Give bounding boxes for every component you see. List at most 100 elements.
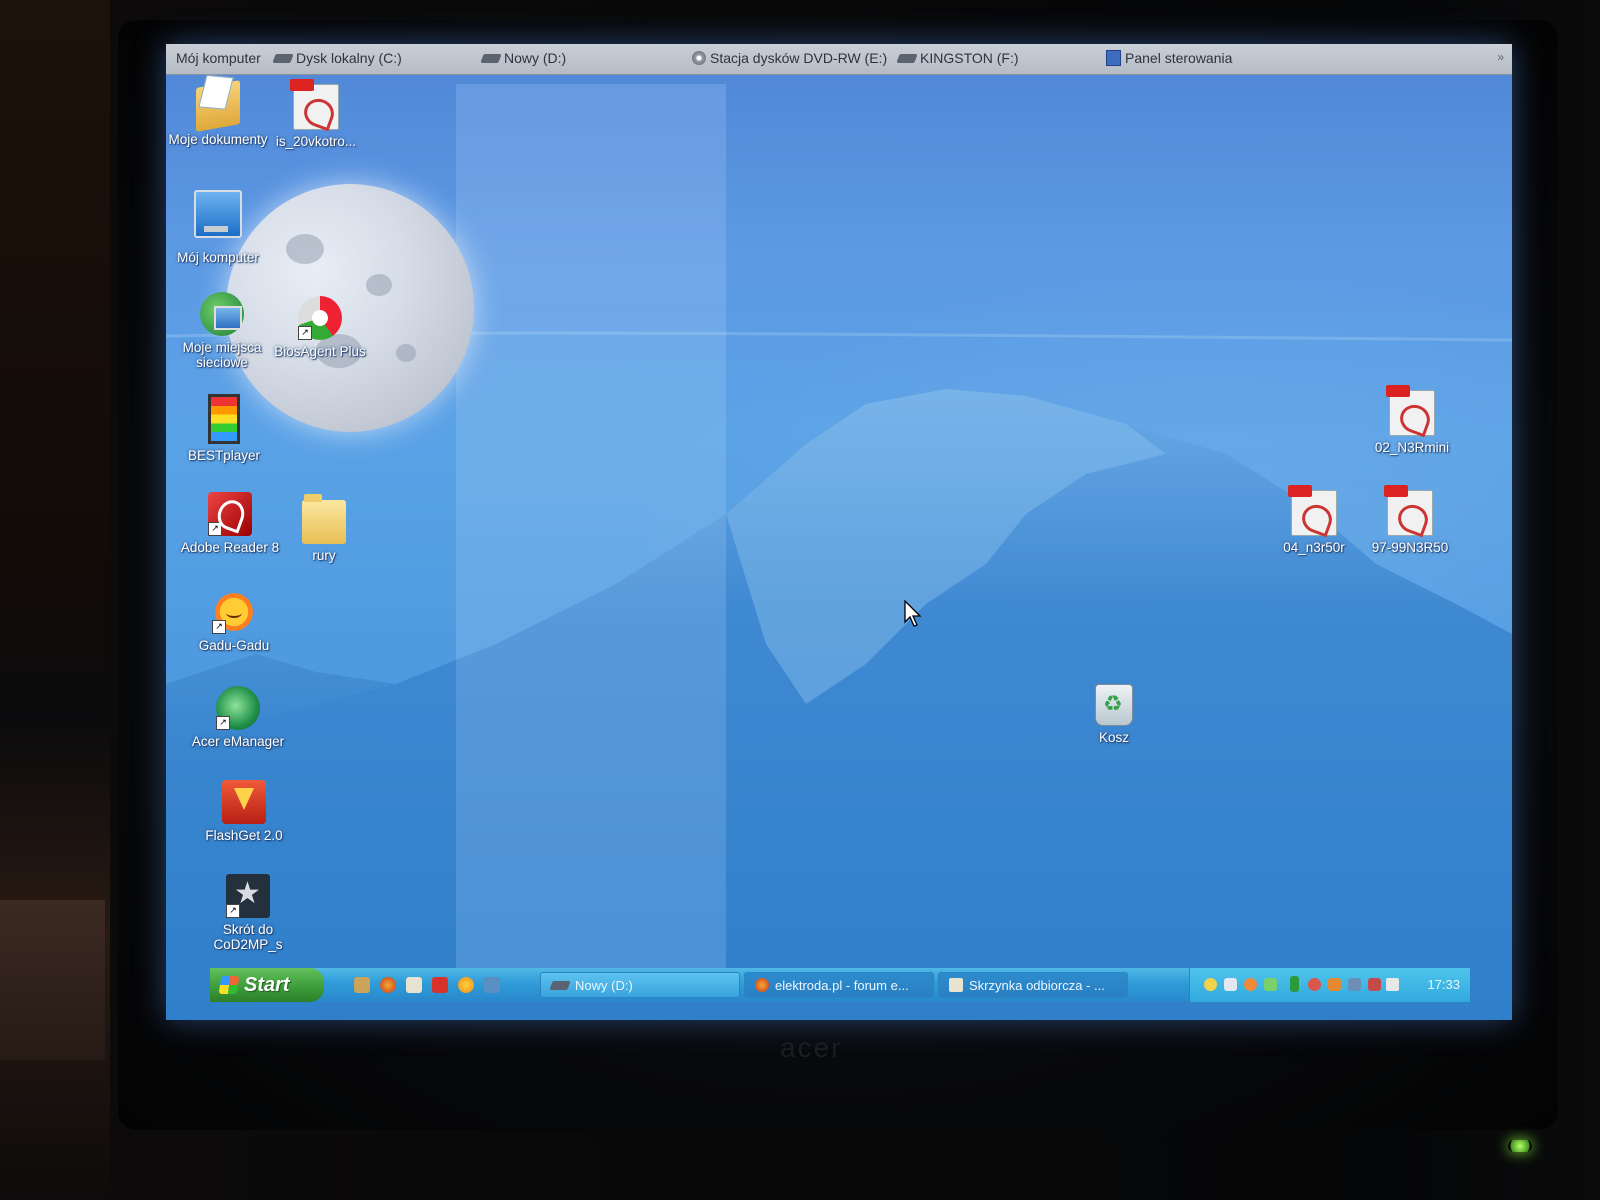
film-strip-icon [208,394,240,444]
toolbar-item-label: Stacja dysków DVD-RW (E:) [710,50,888,66]
start-label: Start [244,973,290,996]
recycle-bin-icon [1095,684,1133,726]
icon-label: Kosz [1098,730,1129,745]
desktop-icon-my-computer[interactable]: Mój komputer [172,190,264,265]
desktop-icon-gadu-gadu[interactable]: ↗ Gadu-Gadu [188,590,280,653]
cod2-icon: ↗ [226,874,270,918]
taskbar-button-label: Nowy (D:) [575,977,633,993]
toolbar-item-label: Panel sterowania [1125,50,1233,66]
tray-app-icon[interactable] [1244,978,1257,991]
toolbar-item-label: Nowy (D:) [504,50,567,66]
desktop-icon-pdf-02-n3rmini[interactable]: 02_N3Rmini [1366,385,1458,455]
network-tray-icon[interactable] [1348,978,1361,991]
acer-emanager-icon: ↗ [216,686,260,730]
power-led [1508,1140,1532,1152]
desktop-icon-network-places[interactable]: Moje miejsca sieciowe [176,292,268,370]
battery-icon[interactable] [1290,976,1299,992]
icon-label: FlashGet 2.0 [205,828,283,843]
drive-icon [549,980,571,990]
shortcut-arrow-icon: ↗ [208,522,222,536]
toolbar-item-drive-d[interactable]: Nowy (D:) [480,50,567,66]
icon-label: Gadu-Gadu [198,638,270,653]
my-computer-icon [194,190,242,238]
mail-icon [949,978,963,992]
desktop-icon-adobe-reader[interactable]: ↗ Adobe Reader 8 [181,492,279,555]
desktop-icon-my-documents[interactable]: Moje dokumenty [168,80,268,147]
icon-label: BESTplayer [187,448,261,463]
flashget-icon [222,780,266,824]
toolbar-item-kingston-f[interactable]: KINGSTON (F:) [896,50,1019,66]
pdf-file-icon [290,79,339,130]
icon-label: Mój komputer [177,250,259,265]
outlook-icon[interactable] [406,977,422,993]
icon-label: is_20vkotro... [275,134,357,149]
desktop-icon-pdf-04-n3r50r[interactable]: 04_n3r50r [1268,485,1360,555]
drive-icon [896,53,918,63]
pdf-file-icon [1386,385,1435,436]
desktop-icon-flashget[interactable]: FlashGet 2.0 [198,780,290,843]
wallpaper-band [456,84,726,984]
icon-label: Skrót do CoD2MP_s [213,922,283,952]
icon-label: 97-99N3R50 [1371,540,1449,555]
toolbar-item-drive-c[interactable]: Dysk lokalny (C:) [272,50,402,66]
tray-app-icon[interactable] [1204,978,1217,991]
acer-logo: acer [780,1032,843,1063]
icon-label: Acer eManager [191,734,285,749]
toolbar-close-icon[interactable]: » [1497,50,1504,64]
my-documents-icon [196,80,240,132]
adobe-reader-icon: ↗ [208,492,252,536]
network-places-icon [200,292,244,336]
desktop-icon-folder-rury[interactable]: rury [278,492,370,563]
pdf-file-icon [1384,485,1433,536]
explorer-icon[interactable] [354,977,370,993]
icon-label: BiosAgent Plus [274,344,366,359]
pdf-file-icon [1288,485,1337,536]
network-icon[interactable] [484,977,500,993]
icon-label: rury [312,548,336,563]
tray-app-icon[interactable] [1368,978,1381,991]
tray-app-icon[interactable] [1224,978,1237,991]
gadu-gadu-icon: ↗ [212,590,256,634]
firefox-icon[interactable] [380,977,396,993]
gadu-icon[interactable] [458,977,474,993]
desktop-icon-cod2[interactable]: ↗ Skrót do CoD2MP_s [202,874,294,952]
desktop-icon-biosagent[interactable]: ↗ BiosAgent Plus [274,296,366,359]
toolbar-item-control-panel[interactable]: Panel sterowania [1106,50,1232,66]
biosagent-icon: ↗ [298,296,342,340]
taskbar-button-elektroda[interactable]: elektroda.pl - forum e... [744,972,934,998]
desktop-icon-pdf-97-99n3r50[interactable]: 97-99N3R50 [1364,485,1456,555]
toolbar-item-label: KINGSTON (F:) [920,50,1019,66]
start-button[interactable]: Start [210,968,324,1002]
icon-label: Moje dokumenty [168,132,268,147]
dvd-drive-icon [692,51,706,65]
tray-app-icon[interactable] [1308,978,1321,991]
taskbar-button-nowy-d[interactable]: Nowy (D:) [540,972,740,998]
icon-label: Adobe Reader 8 [180,540,280,555]
shortcut-arrow-icon: ↗ [212,620,226,634]
windows-flag-icon [218,976,240,994]
desktop-icon-bestplayer[interactable]: BESTplayer [178,394,270,463]
icon-label: 02_N3Rmini [1374,440,1450,455]
drive-toolbar: Mój komputer Dysk lokalny (C:) Nowy (D:)… [166,44,1512,75]
tray-app-icon[interactable] [1264,978,1277,991]
icon-label: 04_n3r50r [1283,540,1345,555]
desktop-icon-acer-emanager[interactable]: ↗ Acer eManager [192,686,284,749]
clock[interactable]: 17:33 [1427,977,1460,992]
toolbar-item-my-computer[interactable]: Mój komputer [176,50,261,66]
folder-icon [302,494,346,544]
desktop-icon-recycle-bin[interactable]: Kosz [1068,684,1160,745]
toolbar-item-dvd-e[interactable]: Stacja dysków DVD-RW (E:) [692,50,887,66]
shortcut-arrow-icon: ↗ [298,326,312,340]
volume-icon[interactable] [1386,978,1399,991]
pdf-icon[interactable] [432,977,448,993]
desktop-screen[interactable]: Mój komputer Dysk lokalny (C:) Nowy (D:)… [166,44,1512,1020]
taskbar-button-label: Skrzynka odbiorcza - ... [969,977,1105,993]
tray-app-icon[interactable] [1328,978,1341,991]
toolbar-item-label: Mój komputer [176,50,261,66]
taskbar-button-mail[interactable]: Skrzynka odbiorcza - ... [938,972,1128,998]
desktop-icon-pdf-is20[interactable]: is_20vkotro... [270,79,362,149]
control-panel-icon [1106,50,1121,66]
shortcut-arrow-icon: ↗ [226,904,240,918]
toolbar-item-label: Dysk lokalny (C:) [296,50,402,66]
taskbar: Start Nowy (D:) elektroda.pl - forum e..… [210,968,1470,1002]
